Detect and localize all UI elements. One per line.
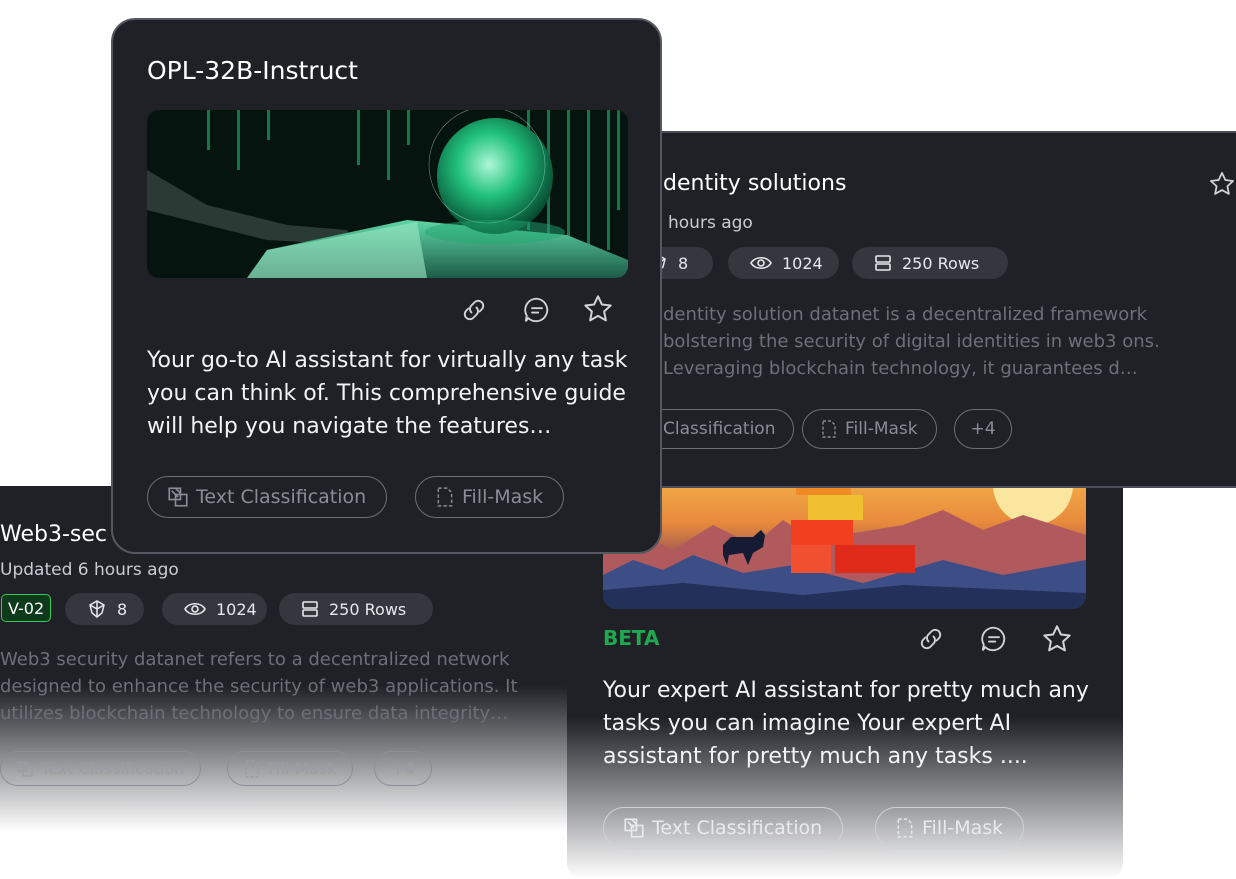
tag-label: Fill-Mask (268, 759, 337, 778)
card-description: Your go-to AI assistant for virtually an… (147, 348, 628, 439)
tag-fill-mask[interactable]: Fill-Mask (802, 409, 937, 449)
views-count: 1024 (216, 599, 257, 619)
tag-text-classification[interactable]: Text Classification (0, 751, 202, 786)
rows-chip: 250 Rows (279, 593, 433, 625)
link-icon[interactable] (916, 624, 946, 654)
tag-label: +4 (391, 759, 415, 778)
tag-label: Fill-Mask (462, 486, 544, 508)
tag-text-classification[interactable]: Text Classification (147, 476, 388, 518)
tag-label: +4 (970, 419, 996, 439)
views-chip: 1024 (162, 593, 267, 625)
card-title: Web3-sec (0, 522, 107, 547)
updated-text: hours ago (668, 213, 753, 233)
rows-icon (874, 254, 892, 272)
tag-fill-mask[interactable]: Fill-Mask (227, 751, 354, 786)
text-classification-icon (168, 487, 188, 507)
beta-badge: BETA (603, 626, 660, 650)
link-icon[interactable] (459, 295, 489, 325)
comment-icon[interactable] (979, 624, 1009, 654)
models-count: 8 (678, 253, 689, 273)
tag-label: Text Classification (41, 759, 185, 778)
fill-mask-icon (244, 759, 260, 778)
card-description: Your expert AI assistant for pretty much… (603, 678, 1089, 769)
eye-icon (184, 601, 206, 617)
tag-label: Text Classification (196, 486, 367, 508)
fill-mask-icon (821, 420, 837, 438)
models-icon (87, 599, 107, 619)
star-icon[interactable] (1208, 170, 1236, 198)
version-label: V-02 (8, 598, 45, 618)
views-count: 1024 (782, 253, 823, 273)
card-image (147, 110, 628, 278)
identity-solutions-card[interactable]: dentity solutions hours ago 8 1024 250 R… (622, 131, 1236, 488)
rows-count: 250 Rows (329, 599, 407, 619)
opl-32b-instruct-card[interactable]: OPL-32B-Instruct Your go-to AI assistant… (111, 18, 662, 554)
card-title: OPL-32B-Instruct (147, 56, 358, 85)
tag-label: Fill-Mask (922, 817, 1004, 839)
version-badge: V-02 (1, 594, 52, 622)
fill-mask-icon (436, 487, 454, 507)
rows-chip: 250 Rows (852, 247, 1008, 279)
star-icon[interactable] (1041, 623, 1073, 655)
tag-label: Classification (663, 419, 776, 439)
rows-icon (301, 600, 319, 618)
tag-label: Fill-Mask (845, 419, 918, 439)
card-title: dentity solutions (663, 171, 847, 196)
rows-count: 250 Rows (902, 253, 980, 273)
views-chip: 1024 (728, 247, 839, 279)
tag-more[interactable]: +4 (954, 409, 1012, 449)
models-count: 8 (117, 599, 128, 619)
tag-label: Text Classification (652, 817, 823, 839)
models-chip: 8 (65, 593, 144, 625)
text-classification-icon (624, 818, 644, 838)
comment-icon[interactable] (522, 295, 552, 325)
fill-mask-icon (896, 818, 914, 838)
updated-text: Updated 6 hours ago (0, 560, 179, 580)
card-description: dentity solution datanet is a decentrali… (663, 304, 1160, 379)
tag-fill-mask[interactable]: Fill-Mask (415, 476, 565, 518)
star-icon[interactable] (582, 293, 614, 325)
tag-fill-mask[interactable]: Fill-Mask (875, 807, 1025, 849)
tag-more[interactable]: +4 (374, 751, 432, 786)
eye-icon (750, 255, 772, 271)
card-description: Web3 security datanet refers to a decent… (0, 649, 518, 724)
text-classification-icon (17, 760, 33, 777)
tag-text-classification[interactable]: Text Classification (603, 807, 844, 849)
